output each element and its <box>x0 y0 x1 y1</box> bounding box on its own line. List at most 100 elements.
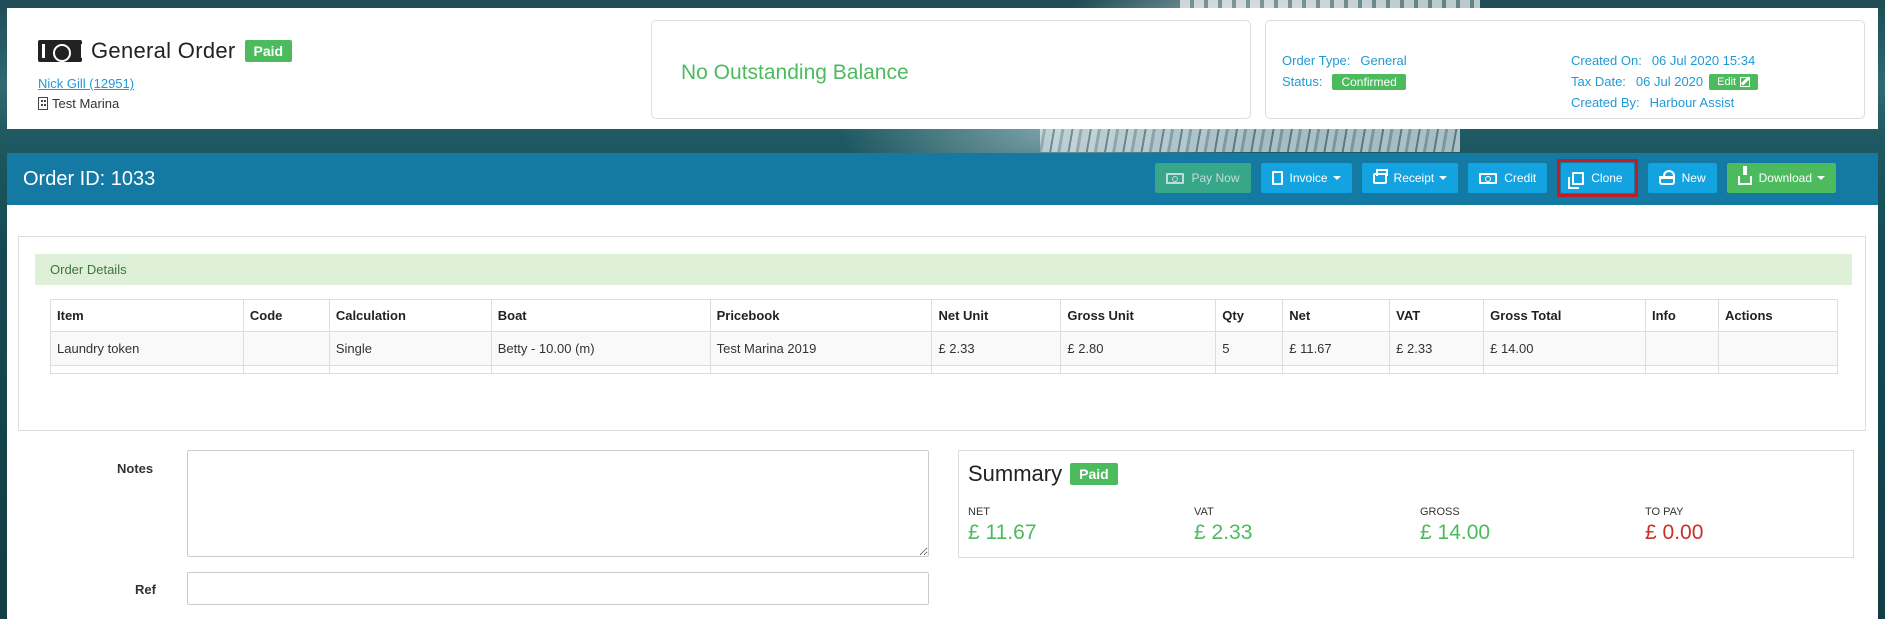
tax-date-line: Tax Date: 06 Jul 2020 Edit <box>1571 71 1759 92</box>
printer-icon <box>1372 168 1388 184</box>
cell-calculation: Single <box>328 331 492 366</box>
cell-pricebook: Test Marina 2019 <box>709 331 933 366</box>
status-label: Status: <box>1282 74 1323 89</box>
money-icon <box>38 40 84 62</box>
column-header: Actions <box>1717 299 1839 332</box>
cell-vat: £ 2.33 <box>1389 331 1485 366</box>
order-type-value: General <box>1360 53 1407 68</box>
cell-info <box>1645 331 1719 366</box>
cell-item: Laundry token <box>50 331 244 366</box>
download-button[interactable]: Download <box>1726 163 1836 193</box>
notes-label: Notes <box>117 461 154 476</box>
created-by-line: Created By: Harbour Assist <box>1571 92 1758 113</box>
order-details-header: Order Details <box>35 254 1852 285</box>
pay-now-button[interactable]: Pay Now <box>1155 163 1251 193</box>
column-header: Item <box>50 299 244 332</box>
order-summary-left: General Order Paid Nick Gill (12951) Tes… <box>38 38 293 111</box>
summary-to-pay: TO PAY £ 0.00 <box>1645 506 1703 545</box>
to-pay-label: TO PAY <box>1645 506 1684 518</box>
table-header-row: Item Code Calculation Boat Pricebook Net… <box>50 299 1839 332</box>
cell-net-unit: £ 2.33 <box>931 331 1062 366</box>
meta-col-right: Created On: 06 Jul 2020 15:34 Tax Date: … <box>1571 50 1759 113</box>
balance-status: No Outstanding Balance <box>681 61 909 84</box>
table-row: Laundry token Single Betty - 10.00 (m) T… <box>50 331 1839 366</box>
cash-icon <box>1166 172 1185 184</box>
cell-boat: Betty - 10.00 (m) <box>490 331 711 366</box>
document-icon <box>1271 171 1283 185</box>
clone-button[interactable]: Clone <box>1561 163 1634 193</box>
order-toolbar: Order ID: 1033 Pay Now Invoice Receipt C… <box>7 153 1878 205</box>
column-header: Gross Total <box>1483 299 1646 332</box>
created-on-line: Created On: 06 Jul 2020 15:34 <box>1571 50 1758 71</box>
basket-icon <box>1658 169 1675 185</box>
tax-date-label: Tax Date: <box>1571 74 1626 89</box>
created-on-label: Created On: <box>1571 53 1642 68</box>
order-type-label: Order Type: <box>1282 53 1351 68</box>
invoice-label: Invoice <box>1289 171 1328 185</box>
credit-button[interactable]: Credit <box>1468 163 1548 193</box>
edit-tax-date-button[interactable]: Edit <box>1709 73 1759 90</box>
customer-link[interactable]: Nick Gill (12951) <box>38 76 292 91</box>
clone-icon <box>1568 171 1585 189</box>
new-button[interactable]: New <box>1647 163 1717 193</box>
created-by-label: Created By: <box>1571 95 1640 110</box>
status-line: Status: Confirmed <box>1282 71 1407 92</box>
summary-title: Summary <box>968 461 1063 486</box>
building-icon <box>38 97 48 110</box>
column-header: Qty <box>1215 299 1284 332</box>
order-title-row: General Order Paid <box>38 38 293 64</box>
table-row <box>50 365 1839 374</box>
edit-label: Edit <box>1717 75 1737 88</box>
to-pay-value: £ 0.00 <box>1645 521 1704 544</box>
receipt-button[interactable]: Receipt <box>1361 163 1459 193</box>
summary-title-row: Summary Paid <box>968 461 1118 487</box>
receipt-label: Receipt <box>1393 171 1435 185</box>
invoice-button[interactable]: Invoice <box>1260 163 1352 193</box>
order-header: General Order Paid Nick Gill (12951) Tes… <box>7 8 1878 129</box>
column-header: Info <box>1645 299 1719 332</box>
summary-gross: GROSS £ 14.00 <box>1420 506 1490 545</box>
summary-paid-badge: Paid <box>1070 463 1118 485</box>
order-meta-box: Order Type: General Status: Confirmed Cr… <box>1265 20 1865 119</box>
chevron-down-icon <box>1332 176 1341 180</box>
order-type-line: Order Type: General <box>1282 50 1407 71</box>
cell-gross-total: £ 14.00 <box>1483 331 1646 366</box>
order-items-table: Item Code Calculation Boat Pricebook Net… <box>50 299 1839 374</box>
cell-gross-unit: £ 2.80 <box>1060 331 1217 366</box>
column-header: Gross Unit <box>1060 299 1217 332</box>
new-label: New <box>1681 171 1706 185</box>
created-by-value: Harbour Assist <box>1649 95 1735 110</box>
cash-icon <box>1479 172 1498 184</box>
gross-label: GROSS <box>1420 506 1460 518</box>
net-value: £ 11.67 <box>968 521 1037 544</box>
pencil-icon <box>1740 76 1751 87</box>
vat-label: VAT <box>1194 506 1214 518</box>
clone-highlight: Clone <box>1557 159 1638 197</box>
paid-badge: Paid <box>244 40 293 62</box>
column-header: Net <box>1282 299 1391 332</box>
order-id: Order ID: 1033 <box>23 168 156 190</box>
chevron-down-icon <box>1439 176 1448 180</box>
tax-date-value: 06 Jul 2020 <box>1635 74 1704 89</box>
order-title: General Order <box>91 38 236 63</box>
created-on-value: 06 Jul 2020 15:34 <box>1651 53 1756 68</box>
clone-label: Clone <box>1591 171 1623 185</box>
column-header: Boat <box>490 299 711 332</box>
column-header: Pricebook <box>709 299 933 332</box>
summary-vat: VAT £ 2.33 <box>1194 506 1252 545</box>
cell-qty: 5 <box>1215 331 1284 366</box>
pay-now-label: Pay Now <box>1191 171 1240 185</box>
cell-actions <box>1717 331 1839 366</box>
notes-textarea[interactable] <box>187 450 929 557</box>
order-details-card: Order Details Item Code Calculation Boat… <box>18 236 1866 431</box>
gross-value: £ 14.00 <box>1420 521 1491 544</box>
chevron-down-icon <box>1817 176 1825 180</box>
column-header: Net Unit <box>931 299 1062 332</box>
ref-input[interactable] <box>187 572 929 605</box>
column-header: Code <box>242 299 330 332</box>
download-icon <box>1737 166 1752 185</box>
summary-net: NET £ 11.67 <box>968 506 1037 545</box>
action-buttons: Pay Now Invoice Receipt Credit Clone New <box>1155 159 1836 197</box>
download-label: Download <box>1758 171 1812 185</box>
column-header: VAT <box>1389 299 1485 332</box>
